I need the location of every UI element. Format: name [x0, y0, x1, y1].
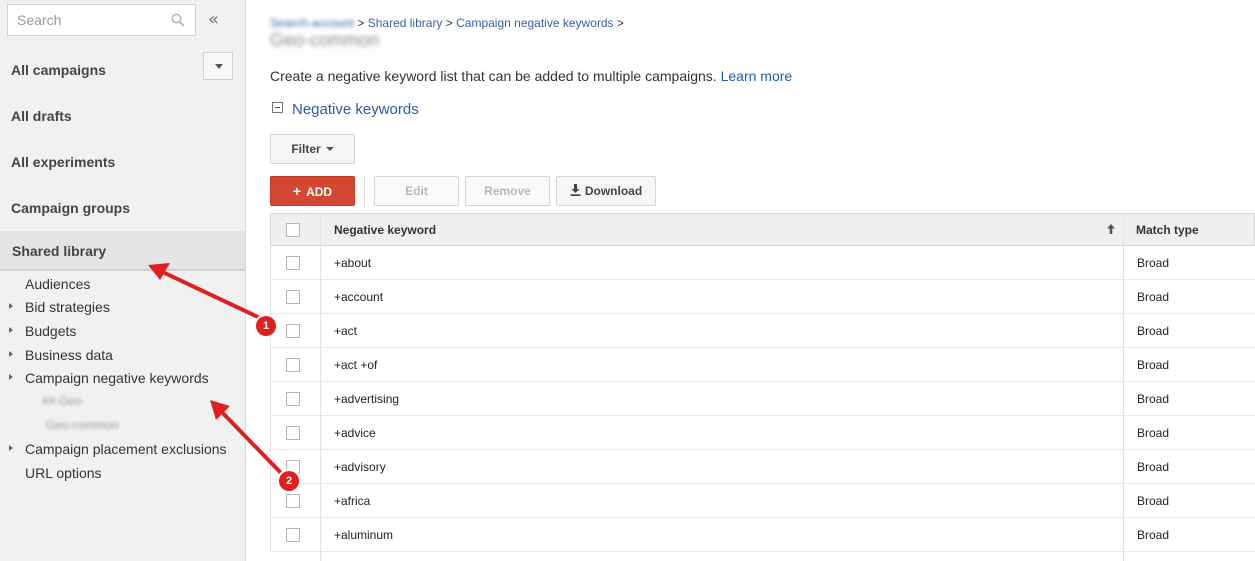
search-input[interactable] [8, 5, 167, 35]
table-row[interactable]: +act Broad [270, 314, 1255, 348]
table-row[interactable]: +about Broad [270, 246, 1255, 280]
nav-all-experiments[interactable]: All experiments [11, 154, 115, 170]
row-checkbox[interactable] [286, 426, 300, 440]
breadcrumb-separator: > [354, 16, 368, 30]
match-type-cell: Broad [1137, 528, 1170, 542]
row-checkbox[interactable] [286, 358, 300, 372]
campaigns-dropdown-button[interactable] [203, 52, 233, 80]
nav-all-drafts[interactable]: All drafts [11, 108, 72, 124]
download-label: Download [584, 184, 643, 198]
match-type-cell: Broad [1137, 290, 1170, 304]
keyword-cell: +about [334, 256, 372, 270]
annotation-badge-1: 1 [256, 316, 276, 336]
match-type-cell: Broad [1137, 358, 1170, 372]
row-checkbox[interactable] [286, 392, 300, 406]
plus-icon: + [292, 183, 302, 199]
add-label: ADD [306, 185, 333, 199]
page-description: Create a negative keyword list that can … [270, 68, 792, 84]
expand-triangle-icon[interactable] [9, 351, 13, 357]
column-header-match-type[interactable]: Match type [1136, 223, 1199, 237]
breadcrumb: Search-account > Shared library > Campai… [270, 16, 624, 30]
filter-label: Filter [291, 142, 321, 156]
match-type-cell: Broad [1137, 460, 1170, 474]
search-icon[interactable] [171, 13, 185, 27]
add-button[interactable]: + ADD [270, 176, 355, 206]
toolbar-divider [364, 176, 365, 208]
library-item-url-options[interactable]: URL options [25, 465, 102, 481]
select-all-checkbox[interactable] [286, 223, 300, 237]
download-icon [570, 184, 581, 196]
expand-triangle-icon[interactable] [9, 303, 13, 309]
library-item-bid-strategies[interactable]: Bid strategies [25, 299, 110, 315]
section-title: Negative keywords [292, 101, 419, 118]
row-checkbox[interactable] [286, 256, 300, 270]
row-checkbox[interactable] [286, 290, 300, 304]
chevron-down-icon [215, 64, 223, 69]
collapse-minus-icon[interactable] [272, 102, 283, 113]
search-box[interactable] [7, 4, 196, 36]
library-item-budgets[interactable]: Budgets [25, 323, 76, 339]
breadcrumb-shared-library-link[interactable]: Shared library [368, 16, 443, 30]
match-type-cell: Broad [1137, 426, 1170, 440]
keyword-cell: +aluminum [334, 528, 394, 542]
match-type-cell: Broad [1137, 392, 1170, 406]
breadcrumb-campaign-negative-keywords-link[interactable]: Campaign negative keywords [456, 16, 613, 30]
match-type-cell: Broad [1137, 494, 1170, 508]
keyword-cell: +account [334, 290, 384, 304]
keyword-cell: +advice [334, 426, 376, 440]
table-row[interactable]: +advertising Broad [270, 382, 1255, 416]
edit-button[interactable]: Edit [374, 176, 459, 206]
negative-list-item[interactable]: ##-Geo [42, 394, 82, 408]
page-title: Geo-common [270, 30, 380, 50]
negative-list-item-selected[interactable]: Geo-common [46, 418, 119, 432]
breadcrumb-separator: > [613, 16, 624, 30]
expand-triangle-icon[interactable] [9, 327, 13, 333]
nav-all-campaigns[interactable]: All campaigns [11, 62, 106, 78]
keyword-cell: +act [334, 324, 358, 338]
keyword-cell: +advertising [334, 392, 400, 406]
nav-shared-library-label: Shared library [12, 243, 107, 259]
match-type-cell: Broad [1137, 324, 1170, 338]
table-row[interactable]: +africa Broad [270, 484, 1255, 518]
keyword-cell: +advisory [334, 460, 386, 474]
breadcrumb-separator: > [442, 16, 457, 30]
learn-more-link[interactable]: Learn more [721, 68, 793, 84]
table-row[interactable]: +act +of Broad [270, 348, 1255, 382]
annotation-badge-2: 2 [279, 471, 299, 491]
nav-campaign-groups[interactable]: Campaign groups [11, 200, 130, 216]
chevron-down-icon [325, 147, 334, 151]
library-item-audiences[interactable]: Audiences [25, 276, 90, 292]
row-checkbox[interactable] [286, 324, 300, 338]
description-text: Create a negative keyword list that can … [270, 68, 717, 84]
column-header-negative-keyword[interactable]: Negative keyword [334, 223, 436, 237]
expand-triangle-icon[interactable] [9, 445, 13, 451]
table-row[interactable]: +aluminum Broad [270, 518, 1255, 552]
table-row[interactable]: +advice Broad [270, 416, 1255, 450]
library-item-campaign-negative-keywords[interactable]: Campaign negative keywords [25, 370, 209, 386]
library-item-campaign-placement-exclusions[interactable]: Campaign placement exclusions [25, 441, 227, 457]
row-checkbox[interactable] [286, 528, 300, 542]
keyword-cell: +africa [334, 494, 371, 508]
column-divider [1123, 213, 1124, 561]
breadcrumb-account-link[interactable]: Search-account [270, 16, 354, 30]
sort-ascending-icon[interactable] [1106, 223, 1116, 235]
table-row[interactable]: +account Broad [270, 280, 1255, 314]
download-button[interactable]: Download [556, 176, 656, 206]
negative-keywords-section-toggle[interactable]: Negative keywords [272, 101, 419, 118]
remove-button[interactable]: Remove [465, 176, 550, 206]
row-checkbox[interactable] [286, 494, 300, 508]
column-divider [320, 213, 321, 561]
match-type-cell: Broad [1137, 256, 1170, 270]
keyword-cell: +act +of [334, 358, 378, 372]
collapse-sidebar-icon[interactable]: « [208, 10, 219, 30]
nav-shared-library[interactable]: Shared library [0, 231, 245, 271]
table-row[interactable]: +advisory Broad [270, 450, 1255, 484]
expand-triangle-icon[interactable] [9, 374, 13, 380]
filter-button[interactable]: Filter [270, 134, 355, 164]
library-item-business-data[interactable]: Business data [25, 347, 113, 363]
sidebar: « All campaigns All drafts All experimen… [0, 0, 246, 561]
